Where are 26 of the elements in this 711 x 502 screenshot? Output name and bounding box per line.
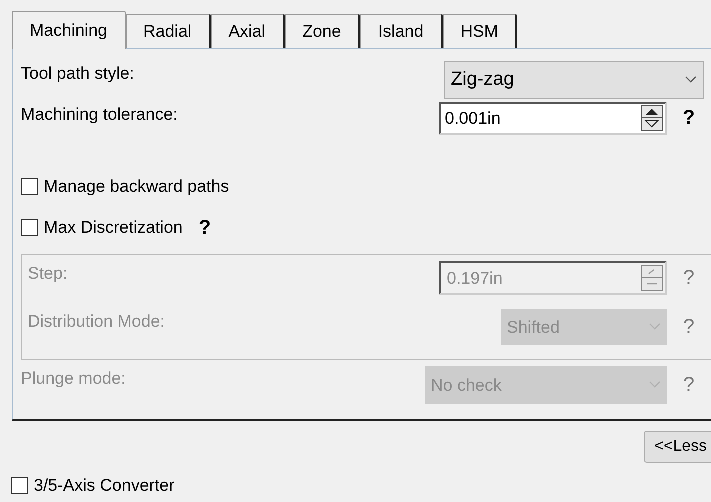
checkbox[interactable] [21,219,38,236]
caret-icon [649,381,661,390]
tab[interactable]: Axial [210,14,285,48]
field-label: Plunge mode: [21,368,126,390]
tab[interactable]: Zone [284,14,360,48]
caret-icon [649,323,661,332]
caret-icon [685,76,697,84]
tool-path-style-dropdown[interactable]: Zig-zag [444,61,704,99]
tab[interactable]: Radial [126,14,211,48]
tab[interactable]: Island [360,14,443,48]
checkbox[interactable] [11,477,28,494]
field-label: Machining tolerance: [21,104,178,126]
field-label: Step: [28,263,68,286]
spinner-icon[interactable] [641,105,663,132]
tolerance-field[interactable]: 0.001in [439,102,667,135]
field-label: Tool path style: [21,63,134,85]
checkbox-label[interactable]: 3/5-Axis Converter [34,473,175,498]
checkbox-label[interactable]: Max Discretization [44,215,183,241]
field-label: Distribution Mode: [28,311,166,334]
checkbox-label[interactable]: Manage backward paths [44,174,230,200]
checkbox[interactable] [21,178,38,196]
help-mark[interactable]: ? [198,216,212,239]
tab[interactable]: HSM [442,14,518,48]
less-button[interactable]: <<Less [644,431,711,463]
tab[interactable]: Machining [12,11,126,49]
help-mark[interactable]: ? [677,103,701,134]
